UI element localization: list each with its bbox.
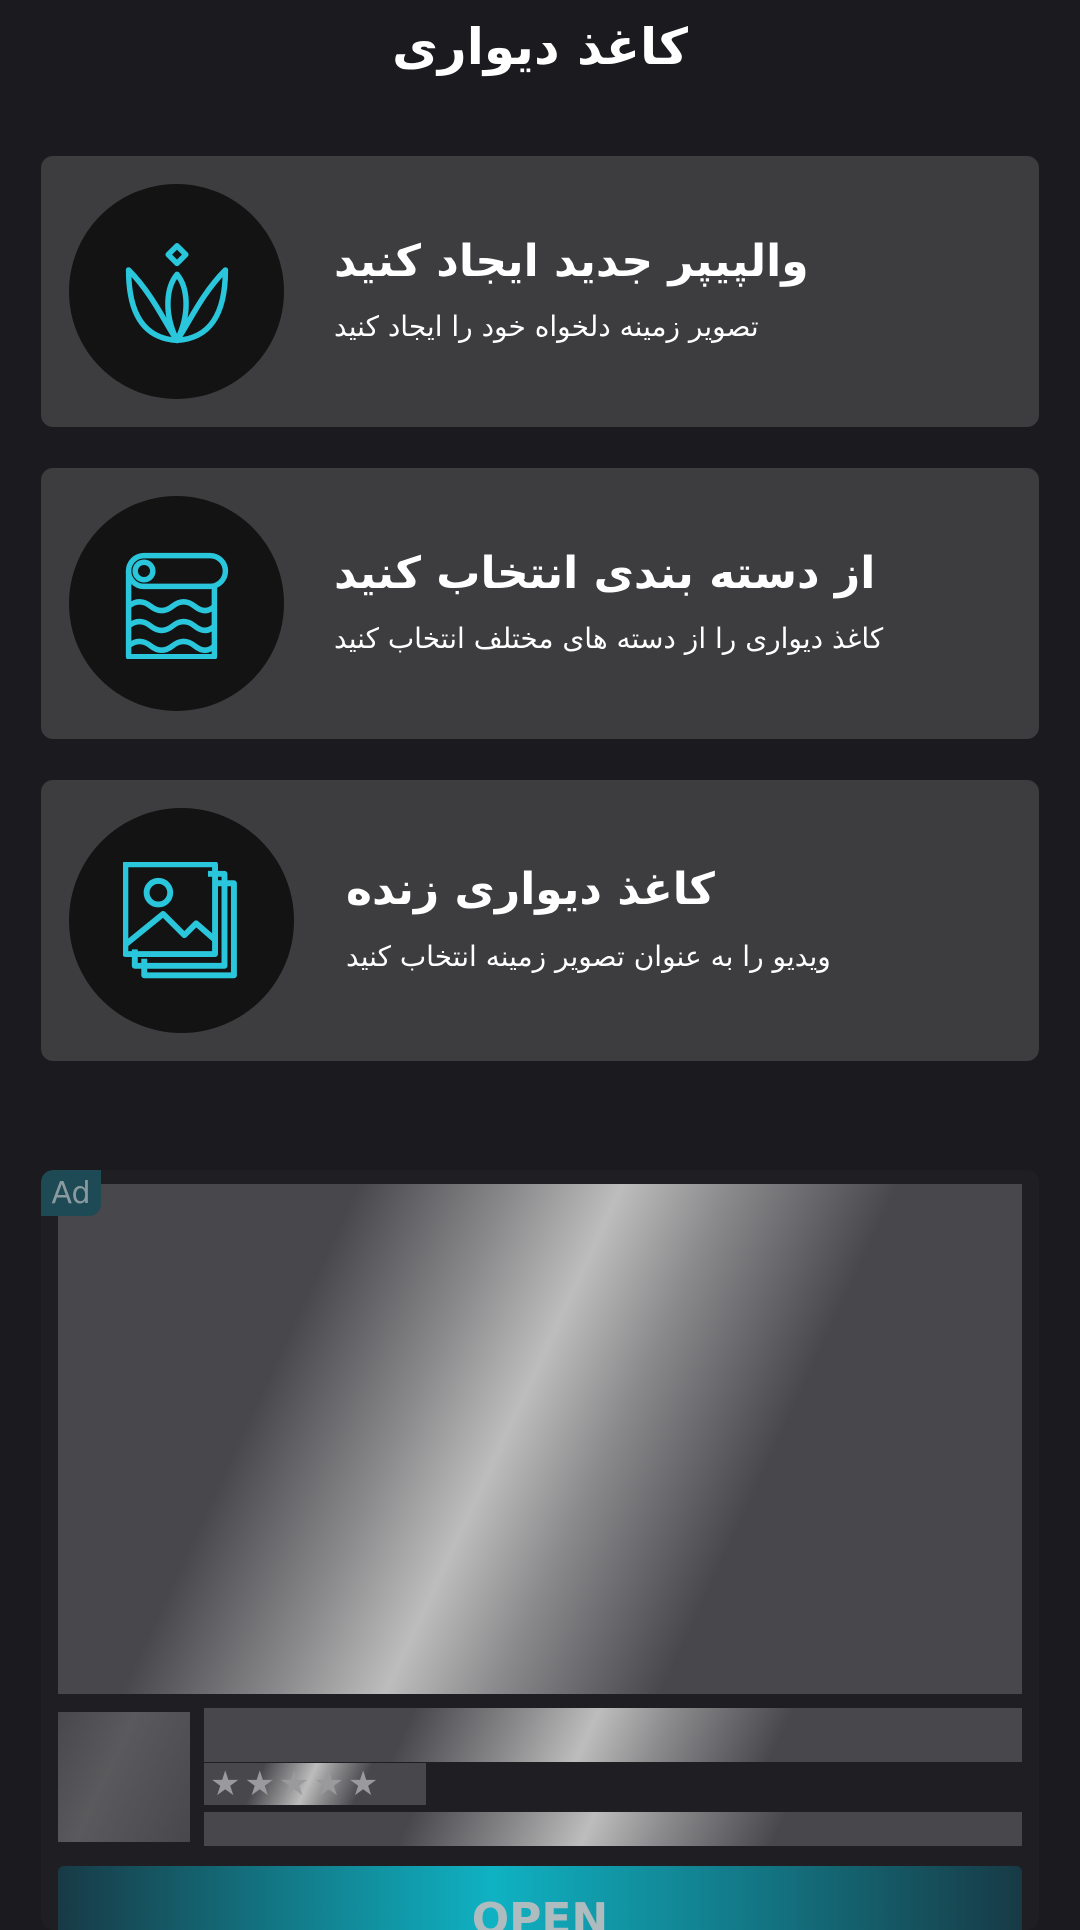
card-title: کاغذ دیواری زنده bbox=[346, 864, 715, 915]
wallpaper-roll-icon bbox=[125, 552, 228, 659]
ad-open-button[interactable]: OPEN bbox=[58, 1866, 1022, 1930]
card-subtitle: تصویر زمینه دلخواه خود را ایجاد کنید bbox=[334, 310, 759, 343]
image-stack-icon-circle bbox=[69, 808, 294, 1033]
card-subtitle: ویدیو را به عنوان تصویر زمینه انتخاب کنی… bbox=[346, 940, 831, 973]
native-ad[interactable]: Ad ★★★★★ OPEN bbox=[41, 1170, 1039, 1930]
ad-badge: Ad bbox=[41, 1170, 101, 1216]
ad-headline-placeholder bbox=[204, 1708, 1022, 1762]
create-wallpaper-card[interactable]: والپیپر جدید ایجاد کنید تصویر زمینه دلخو… bbox=[41, 156, 1039, 427]
ad-icon-placeholder bbox=[58, 1712, 190, 1842]
ad-body-placeholder bbox=[204, 1812, 1022, 1846]
image-stack-icon bbox=[122, 861, 237, 978]
card-title: والپیپر جدید ایجاد کنید bbox=[334, 236, 809, 287]
wallpaper-roll-icon-circle bbox=[69, 496, 284, 711]
ad-media-placeholder[interactable] bbox=[58, 1184, 1022, 1694]
choose-category-card[interactable]: از دسته بندی انتخاب کنید کاغذ دیواری را … bbox=[41, 468, 1039, 739]
card-title: از دسته بندی انتخاب کنید bbox=[334, 548, 876, 599]
page-title: کاغذ دیواری bbox=[392, 18, 688, 76]
ad-rating-stars: ★★★★★ bbox=[204, 1763, 426, 1805]
tulip-icon-circle bbox=[69, 184, 284, 399]
tulip-icon bbox=[125, 242, 228, 343]
live-wallpaper-card[interactable]: کاغذ دیواری زنده ویدیو را به عنوان تصویر… bbox=[41, 780, 1039, 1061]
card-subtitle: کاغذ دیواری را از دسته های مختلف انتخاب … bbox=[334, 622, 884, 655]
